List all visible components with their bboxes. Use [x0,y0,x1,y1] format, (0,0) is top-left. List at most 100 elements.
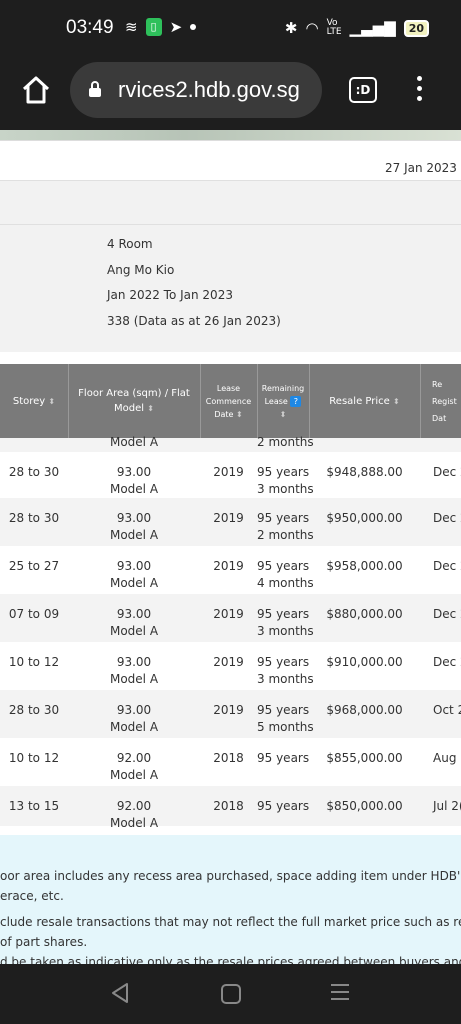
sort-icon: ⬍ [147,404,154,413]
remaining-header[interactable]: Remaining Lease ? ⬍ [257,364,310,438]
storey-cell: 25 to 27 [8,559,60,573]
table-header: Storey ⬍ Floor Area (sqm) / Flat Model ⬍… [0,364,461,438]
remaining-lease-cell: 2 months [257,435,314,449]
resale-price-cell: $880,000.00 [326,607,403,621]
remaining-lease-cell: 95 years [257,511,310,525]
remaining-lease-months-cell: 2 months [257,528,314,542]
telegram-icon: ➤ [169,18,183,36]
storey-cell: 10 to 12 [8,655,60,669]
browser-toolbar: rvices2.hdb.gov.sg :D [0,58,461,130]
registration-date-cell: Oct 2 [433,703,461,717]
lease-commence-cell: 2018 [213,799,244,813]
period-value: Jan 2022 To Jan 2023 [107,288,233,302]
remaining-lease-months-cell: 3 months [257,672,314,686]
registration-date-cell: Dec 2 [433,559,461,573]
clock: 03:49 [66,17,114,38]
flat-model-cell: Model A [109,768,159,782]
storey-cell: 28 to 30 [8,511,60,525]
note-line: erace, etc. [0,889,64,903]
floor-area-cell: 93.00 [116,607,152,621]
flat-model-cell: Model A [109,720,159,734]
home-nav-icon[interactable] [221,984,241,1004]
generated-date: 27 Jan 2023 3: [385,161,461,175]
storey-cell: 13 to 15 [8,799,60,813]
price-header[interactable]: Resale Price ⬍ [309,364,421,438]
lease-commence-cell: 2019 [213,655,244,669]
flat-model-cell: Model A [109,672,159,686]
floor-area-cell: 93.00 [116,465,152,479]
address-bar[interactable]: rvices2.hdb.gov.sg [70,62,322,118]
table-row: 10 to 12 93.00 Model A 2019 95 years 3 months… [0,642,461,690]
table-row: 28 to 30 93.00 Model A 2019 95 years 3 months… [0,452,461,498]
resale-price-cell: $950,000.00 [326,511,403,525]
sort-icon: ⬍ [235,409,243,419]
back-icon[interactable] [110,982,130,1004]
table-row: 07 to 09 93.00 Model A 2019 95 years 3 months… [0,594,461,642]
overflow-menu-icon[interactable] [414,76,424,106]
storey-header-label: Storey [12,395,46,407]
note-line: clude resale transactions that may not r… [0,915,461,929]
recents-icon[interactable] [331,984,349,1005]
notes-section: oor area includes any recess area purcha… [0,835,461,964]
web-content: 27 Jan 2023 3: 4 Room Ang Mo Kio Jan 202… [0,130,461,964]
lease-commence-cell: 2018 [213,751,244,765]
url-text: rvices2.hdb.gov.sg [118,77,300,102]
sort-icon: ⬍ [392,396,400,406]
remaining-lease-months-cell: 3 months [257,482,314,496]
flat-model-cell: Model A [109,816,159,830]
signal-app-icon: ≋ [125,18,138,36]
table-row: 28 to 30 93.00 Model A 2019 95 years 2 months… [0,498,461,546]
remaining-lease-cell: 95 years [257,655,310,669]
resale-price-cell: $910,000.00 [326,655,403,669]
storey-cell: 28 to 30 [8,465,60,479]
spacer [0,352,461,364]
more-notifications-dot [190,24,197,30]
remaining-lease-months-cell: 4 months [257,576,314,590]
app-notification-icon: ▯ [145,18,162,36]
notification-icons: ≋ ▯ ➤ [125,18,197,36]
registration-date-cell: Dec 2 [433,465,461,479]
system-icons: ✱ ◠ Vo LTE ▁▃▅▇ 20 [285,19,429,37]
table-row-partial: Model A 2 months [0,435,461,452]
banner-image [0,130,461,140]
tab-switcher-button[interactable]: :D [349,77,377,103]
system-navigation-bar [0,964,461,1024]
floor-area-cell: 92.00 [116,799,152,813]
registration-date-cell: Dec 2 [433,511,461,525]
remaining-lease-months-cell: 3 months [257,624,314,638]
table-row: 28 to 30 93.00 Model A 2019 95 years 5 months… [0,690,461,738]
flat-model-cell: Model A [109,624,159,638]
lease-commence-cell: 2019 [213,559,244,573]
table-row: 25 to 27 93.00 Model A 2019 95 years 4 months… [0,546,461,594]
registration-date-cell: Aug 2 [433,751,461,765]
note-line: oor area includes any recess area purcha… [0,869,461,883]
resale-price-cell: $968,000.00 [326,703,403,717]
sort-icon: ⬍ [279,409,287,419]
area-header[interactable]: Floor Area (sqm) / Flat Model ⬍ [68,364,201,438]
date-bar: 27 Jan 2023 3: [0,140,461,181]
section-header [0,180,461,225]
note-line: d be taken as indicative only as the res… [0,955,461,964]
registration-date-cell: Dec 2 [433,607,461,621]
battery-icon: 20 [403,19,429,37]
sort-icon: ⬍ [48,396,56,406]
bluetooth-icon: ✱ [284,19,298,37]
flat-model-cell: Model A [109,482,159,496]
town-value: Ang Mo Kio [107,263,175,277]
resale-price-cell: $948,888.00 [326,465,403,479]
registration-header[interactable]: Re Regist Dat [420,364,461,438]
remaining-lease-months-cell: 5 months [257,720,314,734]
resale-price-cell: $958,000.00 [326,559,403,573]
area-header-label: Floor Area (sqm) / Flat Model [78,388,190,414]
lease-header[interactable]: Lease Commence Date ⬍ [200,364,258,438]
flat-model-cell: Model A [109,435,159,449]
remaining-lease-cell: 95 years [257,799,310,813]
search-criteria-box: 4 Room Ang Mo Kio Jan 2022 To Jan 2023 3… [0,224,461,353]
record-count: 338 (Data as at 26 Jan 2023) [107,314,281,328]
help-icon[interactable]: ? [290,395,302,407]
home-icon[interactable] [20,74,52,106]
flat-type-value: 4 Room [107,237,153,251]
storey-header[interactable]: Storey ⬍ [0,364,69,438]
floor-area-cell: 93.00 [116,559,152,573]
remaining-lease-cell: 95 years [257,465,310,479]
